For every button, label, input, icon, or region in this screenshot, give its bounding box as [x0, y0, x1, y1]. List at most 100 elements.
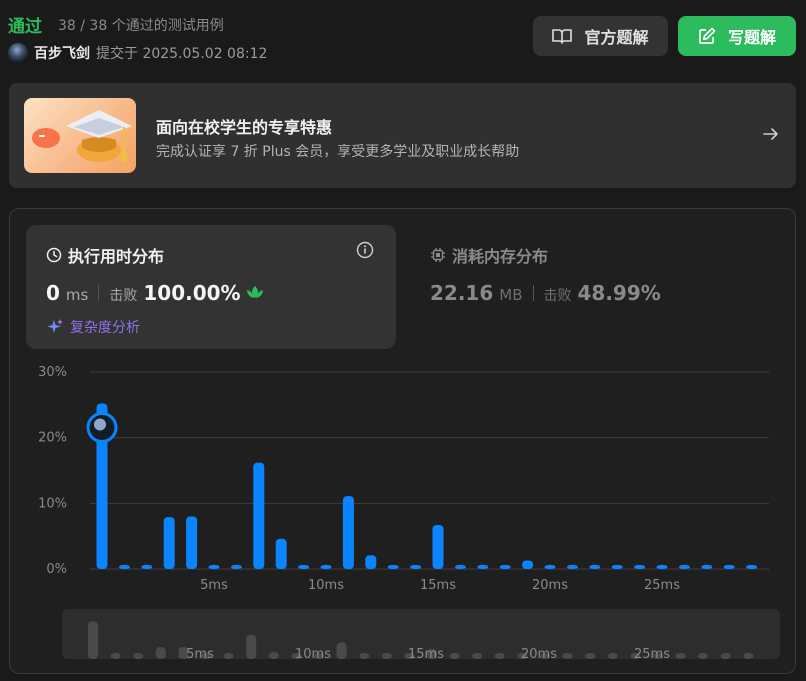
- chart-bar: [320, 565, 332, 569]
- chart-bar: [410, 565, 422, 569]
- runtime-card[interactable]: 执行用时分布 0 ms 击败 100.00% 复杂度分析: [26, 225, 396, 349]
- result-header: 通过 38 / 38 个通过的测试用例 百步飞剑 提交于 2025.05.02 …: [8, 8, 796, 68]
- minimap-bar: [494, 653, 505, 659]
- chart-bar: [678, 565, 690, 569]
- edit-icon: [699, 27, 716, 44]
- chart-bar: [298, 565, 310, 569]
- memory-beat-label: 击败: [543, 288, 572, 304]
- memory-title: 消耗内存分布: [430, 243, 548, 267]
- minimap-tick-label: 5ms: [186, 647, 214, 659]
- test-cases-count: 38 / 38 个通过的测试用例: [58, 18, 224, 34]
- clock-icon: [46, 247, 62, 263]
- book-icon: [552, 29, 573, 44]
- promo-title: 面向在校学生的专享特惠: [156, 118, 333, 137]
- lotus-icon: [246, 286, 263, 298]
- chart-bar: [118, 565, 130, 569]
- write-solution-label: 写题解: [727, 28, 776, 47]
- minimap-bar: [88, 621, 98, 659]
- minimap-bar: [359, 653, 370, 659]
- y-tick-label: 10%: [38, 496, 67, 511]
- divider: [98, 285, 100, 301]
- runtime-title-text: 执行用时分布: [68, 247, 165, 266]
- chart-bar: [589, 565, 601, 569]
- minimap-bar: [698, 653, 709, 659]
- chart-bar: [432, 525, 444, 569]
- minimap-bar: [472, 653, 483, 659]
- username[interactable]: 百步飞剑: [34, 43, 90, 63]
- minimap-bar: [223, 653, 234, 659]
- chart-bar: [230, 565, 242, 569]
- complexity-analysis-label: 复杂度分析: [70, 320, 140, 336]
- write-solution-button[interactable]: 写题解: [678, 16, 796, 56]
- chart-bar: [186, 516, 198, 569]
- minimap-bar: [155, 647, 166, 659]
- runtime-title: 执行用时分布: [46, 243, 164, 267]
- distribution-panel: 执行用时分布 0 ms 击败 100.00% 复杂度分析 消耗内存分布 22.1…: [9, 208, 796, 674]
- runtime-value: 0: [46, 281, 60, 305]
- minimap-tick-label: 15ms: [408, 647, 444, 659]
- chart-bar: [611, 565, 623, 569]
- official-solution-button[interactable]: 官方题解: [533, 16, 668, 56]
- student-promo-banner[interactable]: 面向在校学生的专享特惠 完成认证享 7 折 Plus 会员，享受更多学业及职业成…: [9, 83, 796, 188]
- accepted-status: 通过: [8, 17, 42, 37]
- chart-bar: [634, 565, 646, 569]
- memory-metric: 22.16 MB 击败 48.99%: [430, 281, 661, 305]
- memory-beat-value: 48.99%: [577, 281, 661, 305]
- complexity-analysis-link[interactable]: 复杂度分析: [46, 317, 140, 337]
- y-tick-label: 0%: [46, 562, 67, 577]
- chart-bar: [275, 538, 287, 569]
- minimap-tick-label: 20ms: [521, 647, 557, 659]
- chart-bar: [342, 496, 354, 569]
- y-tick-label: 30%: [38, 365, 67, 380]
- runtime-beat-label: 击败: [109, 288, 138, 304]
- promo-subtitle: 完成认证享 7 折 Plus 会员，享受更多学业及职业成长帮助: [156, 144, 520, 160]
- official-solution-label: 官方题解: [584, 28, 649, 47]
- y-tick-label: 20%: [38, 431, 67, 446]
- info-icon[interactable]: [356, 241, 374, 259]
- chart-bar: [477, 565, 489, 569]
- chip-icon: [431, 248, 445, 262]
- sparkle-icon: [47, 319, 63, 333]
- chart-bar: [544, 565, 556, 569]
- chart-bar: [365, 555, 377, 569]
- minimap-bar: [336, 642, 347, 659]
- arrow-right-icon[interactable]: [762, 125, 780, 143]
- chart-bar: [163, 517, 175, 569]
- chart-bar: [566, 565, 578, 569]
- range-selector-minimap[interactable]: 5ms 10ms 15ms 20ms 25ms: [62, 609, 780, 659]
- minimap-bar: [675, 653, 686, 659]
- divider: [532, 285, 534, 301]
- avatar: [94, 418, 106, 431]
- x-tick-label: 15ms: [420, 578, 456, 593]
- memory-title-text: 消耗内存分布: [452, 247, 549, 266]
- avatar[interactable]: [8, 43, 28, 63]
- chart-bar: [387, 565, 399, 569]
- chart-bar: [454, 565, 466, 569]
- chart-bar: [141, 565, 153, 569]
- minimap-bar: [133, 653, 144, 659]
- memory-card[interactable]: 消耗内存分布 22.16 MB 击败 48.99%: [414, 225, 784, 349]
- chart-bar: [656, 565, 668, 569]
- minimap-bar: [110, 653, 121, 659]
- minimap-bar: [743, 653, 754, 659]
- chart-bar: [723, 565, 735, 569]
- memory-unit: MB: [499, 286, 523, 304]
- runtime-metric: 0 ms 击败 100.00%: [46, 281, 265, 305]
- minimap-bar: [246, 634, 257, 659]
- chart-bar: [701, 565, 713, 569]
- chart-bar: [746, 565, 758, 569]
- minimap-tick-label: 25ms: [634, 647, 670, 659]
- runtime-unit: ms: [65, 286, 89, 304]
- x-tick-label: 10ms: [308, 578, 344, 593]
- minimap-bar: [607, 653, 618, 659]
- minimap-bar: [720, 653, 731, 659]
- graduation-cap-icon: [24, 98, 136, 173]
- x-tick-label: 20ms: [532, 578, 568, 593]
- runtime-distribution-chart[interactable]: 0% 10% 20% 30% 5ms 10ms 15ms 20ms 25ms: [10, 359, 795, 609]
- chart-bar: [499, 565, 511, 569]
- minimap-bar: [381, 653, 392, 659]
- x-tick-label: 25ms: [644, 578, 680, 593]
- chart-bar: [522, 560, 534, 569]
- minimap-tick-label: 10ms: [295, 647, 331, 659]
- submitted-time: 提交于 2025.05.02 08:12: [96, 46, 268, 62]
